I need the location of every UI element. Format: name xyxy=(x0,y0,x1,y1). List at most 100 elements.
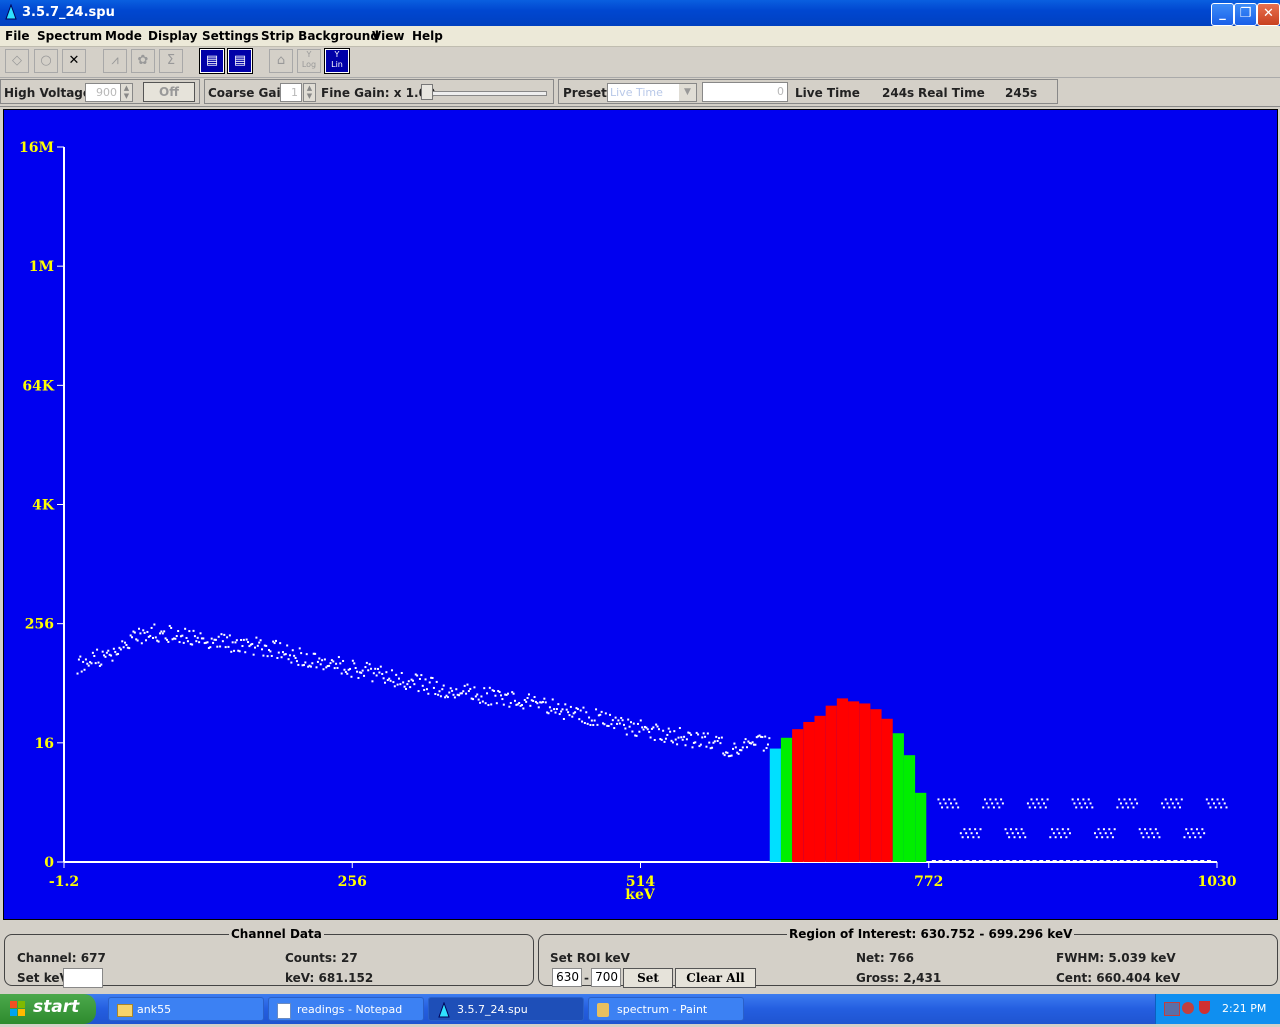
network-icon[interactable] xyxy=(1164,1002,1180,1016)
clock: 2:21 PM xyxy=(1222,1002,1267,1015)
data-point xyxy=(609,713,612,716)
data-point xyxy=(662,729,665,732)
data-point xyxy=(462,690,465,693)
roi-to-input[interactable]: 700 xyxy=(591,968,621,987)
data-point xyxy=(673,730,676,733)
roi-bar xyxy=(892,733,904,862)
preset-group: Preset Live Time ▼ 0 Live Time 244s Real… xyxy=(558,79,1058,104)
spectrum-plot[interactable]: 0 16 256 4K 64K 1M 16M -1.2 256 514 772 1030 keV xyxy=(3,109,1278,920)
menu-display[interactable]: Display xyxy=(148,29,197,43)
data-point xyxy=(453,696,456,699)
data-point xyxy=(676,743,679,746)
shield-icon[interactable] xyxy=(1199,1001,1210,1014)
high-voltage-input[interactable]: 900 xyxy=(85,83,121,102)
tail-point xyxy=(1121,806,1124,809)
volume-icon[interactable] xyxy=(1182,1002,1194,1014)
preset-value-input[interactable]: 0 xyxy=(702,82,788,102)
menu-help[interactable]: Help xyxy=(412,29,443,43)
tail-point xyxy=(1225,806,1228,809)
data-point xyxy=(417,690,420,693)
data-point xyxy=(610,723,613,726)
data-point xyxy=(547,712,550,715)
menu-file[interactable]: File xyxy=(5,29,30,43)
fine-gain-slider-track[interactable] xyxy=(427,91,547,96)
task-notepad[interactable]: readings - Notepad xyxy=(268,997,424,1021)
menu-settings[interactable]: Settings xyxy=(202,29,259,43)
tail-point xyxy=(1094,832,1097,835)
coarse-gain-input[interactable]: 1 xyxy=(280,83,302,102)
hv-toggle-button[interactable]: Off xyxy=(143,82,195,102)
circle-icon[interactable]: ○ xyxy=(34,49,58,73)
data-point xyxy=(578,718,581,721)
menu-strip-background[interactable]: Strip Background xyxy=(261,29,379,43)
coarse-gain-spinner[interactable]: ▲ ▼ xyxy=(303,83,316,102)
task-spectrum-app[interactable]: 3.5.7_24.spu xyxy=(428,997,584,1021)
tail-point xyxy=(1151,832,1154,835)
spectrum-chart[interactable]: 0162564K64K1M16M-1.2 256 514 772 1030keV xyxy=(4,110,1279,921)
task-paint[interactable]: spectrum - Paint xyxy=(588,997,744,1021)
data-point xyxy=(691,746,694,749)
close-x-icon[interactable]: ✕ xyxy=(62,49,86,73)
tail-point xyxy=(1044,806,1047,809)
page-icon[interactable]: ▤ xyxy=(199,48,225,74)
data-point xyxy=(224,646,227,649)
data-point xyxy=(146,630,149,633)
page-icon[interactable]: ▤ xyxy=(227,48,253,74)
start-button[interactable]: start xyxy=(0,994,96,1024)
set-kev-input[interactable] xyxy=(63,968,103,988)
set-roi-button[interactable]: Set xyxy=(623,968,673,988)
baseline-point xyxy=(958,860,963,861)
flower-icon[interactable]: ✿ xyxy=(131,49,155,73)
tail-point xyxy=(1183,836,1186,839)
task-label: spectrum - Paint xyxy=(617,1003,708,1016)
tail-point xyxy=(1018,836,1021,839)
y-tick-label: 1M xyxy=(29,259,54,275)
close-button[interactable]: ✕ xyxy=(1257,3,1280,26)
data-point xyxy=(378,671,381,674)
tail-point xyxy=(948,798,951,801)
data-point xyxy=(395,673,398,676)
tail-point xyxy=(975,832,978,835)
y-lin-icon[interactable]: Y Lin xyxy=(324,48,350,74)
baseline-point xyxy=(1133,860,1138,861)
roi-bar xyxy=(859,703,871,862)
data-point xyxy=(184,627,187,630)
data-point xyxy=(337,656,340,659)
y-log-icon[interactable]: Y Log xyxy=(297,49,321,73)
menu-mode[interactable]: Mode xyxy=(105,29,142,43)
clear-all-button[interactable]: Clear All xyxy=(675,968,756,988)
data-point xyxy=(221,640,224,643)
data-point xyxy=(397,677,400,680)
bell-icon[interactable]: ⌂ xyxy=(269,49,293,73)
chevron-down-icon[interactable]: ▼ xyxy=(679,84,696,101)
minimize-button[interactable]: _ xyxy=(1211,3,1234,26)
high-voltage-spinner[interactable]: ▲ ▼ xyxy=(120,83,133,102)
data-point xyxy=(484,702,487,705)
data-point xyxy=(431,677,434,680)
data-point xyxy=(508,705,511,708)
baseline-point xyxy=(931,860,936,861)
data-point xyxy=(150,626,153,629)
menu-spectrum[interactable]: Spectrum xyxy=(37,29,102,43)
data-point xyxy=(704,735,707,738)
task-label: ank55 xyxy=(137,1003,172,1016)
data-point xyxy=(625,733,628,736)
roi-from-input[interactable]: 630 xyxy=(552,968,582,987)
data-point xyxy=(234,641,237,644)
tail-point xyxy=(1161,802,1164,805)
data-point xyxy=(592,724,595,727)
tail-point xyxy=(1097,828,1100,831)
tail-point xyxy=(1102,828,1105,831)
windows-logo-icon xyxy=(10,1001,26,1017)
sum-icon[interactable]: Σ xyxy=(159,49,183,73)
menu-view[interactable]: View xyxy=(372,29,404,43)
peak-icon[interactable]: ⩘ xyxy=(103,49,127,73)
baseline-point xyxy=(952,860,957,861)
fine-gain-slider-thumb[interactable] xyxy=(421,84,433,100)
tail-point xyxy=(941,806,944,809)
gaussian-icon[interactable]: ◇ xyxy=(5,49,29,73)
restore-button[interactable]: ❐ xyxy=(1234,3,1257,26)
data-point xyxy=(286,644,289,647)
tail-point xyxy=(955,802,958,805)
task-ank55[interactable]: ank55 xyxy=(108,997,264,1021)
